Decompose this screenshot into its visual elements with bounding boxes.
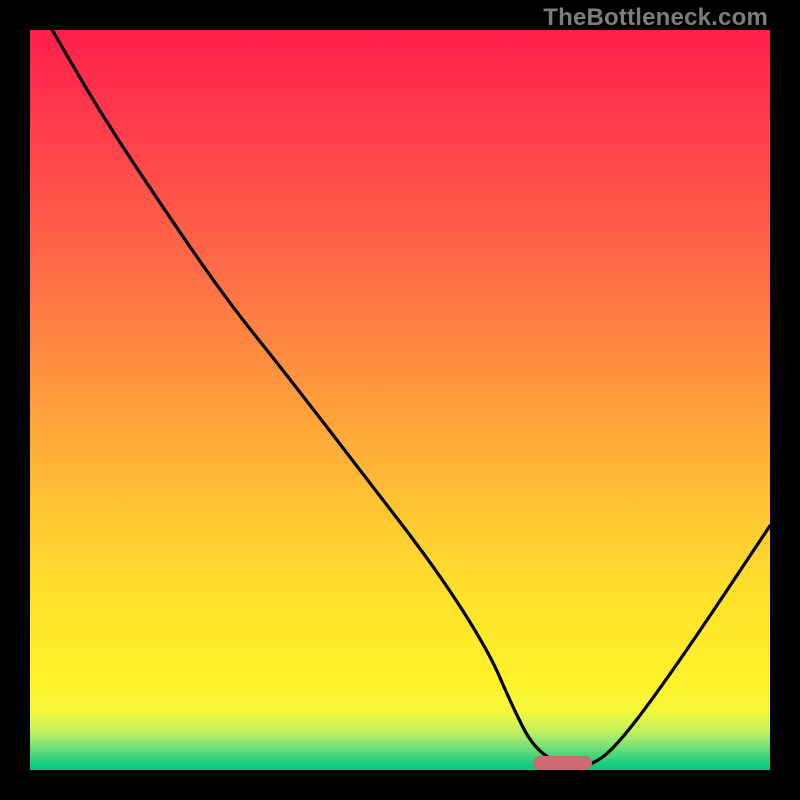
optimal-range-marker bbox=[533, 756, 592, 770]
chart-frame: TheBottleneck.com bbox=[0, 0, 800, 800]
watermark-text: TheBottleneck.com bbox=[543, 4, 768, 32]
bottleneck-curve bbox=[30, 30, 770, 770]
